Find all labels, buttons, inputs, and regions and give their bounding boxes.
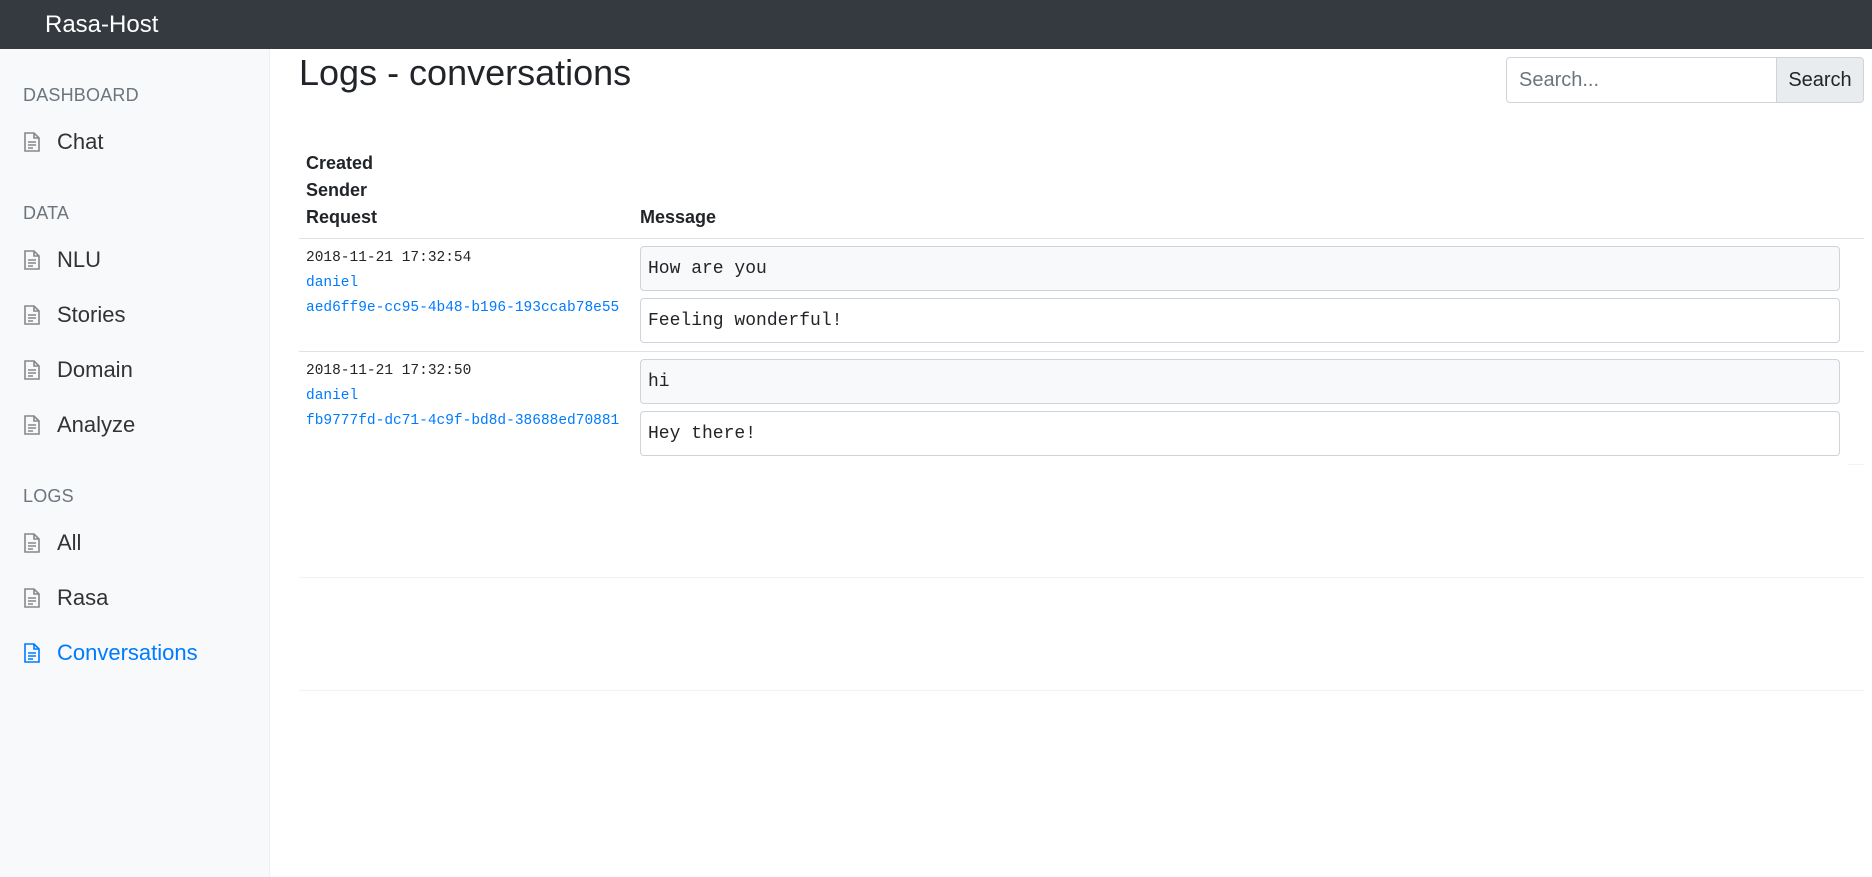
sidebar-item-nlu[interactable]: NLU <box>23 242 101 278</box>
sidebar-item-rasa[interactable]: Rasa <box>23 580 108 616</box>
user-message: hi <box>640 359 1840 404</box>
table-row-meta: 2018-11-21 17:32:50 daniel fb9777fd-dc71… <box>306 359 619 434</box>
document-icon <box>23 249 43 271</box>
document-icon <box>23 131 43 153</box>
row-created: 2018-11-21 17:32:54 <box>306 250 472 266</box>
document-icon <box>23 532 43 554</box>
header-request: Request <box>306 207 378 227</box>
row-sender-link[interactable]: daniel <box>306 384 619 409</box>
row-divider <box>299 690 1864 691</box>
document-icon <box>23 587 43 609</box>
sidebar-item-label: Rasa <box>57 585 109 610</box>
table-header-meta: Created Sender Request <box>306 150 377 231</box>
user-message: How are you <box>640 246 1840 291</box>
bot-message: Hey there! <box>640 411 1840 456</box>
row-sender-link[interactable]: daniel <box>306 271 619 296</box>
sidebar-item-chat[interactable]: Chat <box>23 124 103 160</box>
sidebar-item-label: Conversations <box>57 640 198 665</box>
sidebar-item-stories[interactable]: Stories <box>23 297 125 333</box>
table-row-meta: 2018-11-21 17:32:54 daniel aed6ff9e-cc95… <box>306 246 619 321</box>
header-sender: Sender <box>306 180 368 200</box>
brand-link[interactable]: Rasa-Host <box>45 11 158 39</box>
bot-message: Feeling wonderful! <box>640 298 1840 343</box>
header-created: Created <box>306 153 374 173</box>
document-icon <box>23 642 43 664</box>
sidebar: DASHBOARD Chat DATA NLU Stories Domain A… <box>0 49 270 877</box>
sidebar-item-label: All <box>57 530 82 555</box>
sidebar-item-label: Chat <box>57 129 104 154</box>
sidebar-item-analyze[interactable]: Analyze <box>23 407 135 443</box>
search-input[interactable] <box>1506 57 1776 103</box>
header-message: Message <box>640 207 717 227</box>
row-request-link[interactable]: aed6ff9e-cc95-4b48-b196-193ccab78e55 <box>306 296 619 321</box>
search-button[interactable]: Search <box>1776 57 1864 103</box>
sidebar-heading-data: DATA <box>23 203 70 223</box>
page-title: Logs - conversations <box>299 52 632 93</box>
sidebar-item-label: Domain <box>57 357 133 382</box>
sidebar-item-label: NLU <box>57 247 102 272</box>
row-request-link[interactable]: fb9777fd-dc71-4c9f-bd8d-38688ed70881 <box>306 409 619 434</box>
sidebar-heading-logs: LOGS <box>23 486 74 506</box>
sidebar-heading-dashboard: DASHBOARD <box>23 85 139 105</box>
row-divider <box>299 577 1864 578</box>
sidebar-item-label: Analyze <box>57 412 136 437</box>
sidebar-item-conversations[interactable]: Conversations <box>23 635 198 671</box>
sidebar-item-label: Stories <box>57 302 126 327</box>
search-form: Search <box>1506 57 1864 103</box>
row-created: 2018-11-21 17:32:50 <box>306 363 472 379</box>
document-icon <box>23 304 43 326</box>
document-icon <box>23 359 43 381</box>
table-header-divider <box>299 238 1864 239</box>
sidebar-item-all[interactable]: All <box>23 525 81 561</box>
row-divider <box>1848 464 1864 465</box>
sidebar-item-domain[interactable]: Domain <box>23 352 133 388</box>
document-icon <box>23 414 43 436</box>
row-divider <box>299 351 1864 352</box>
top-navbar: Rasa-Host <box>0 0 1872 49</box>
